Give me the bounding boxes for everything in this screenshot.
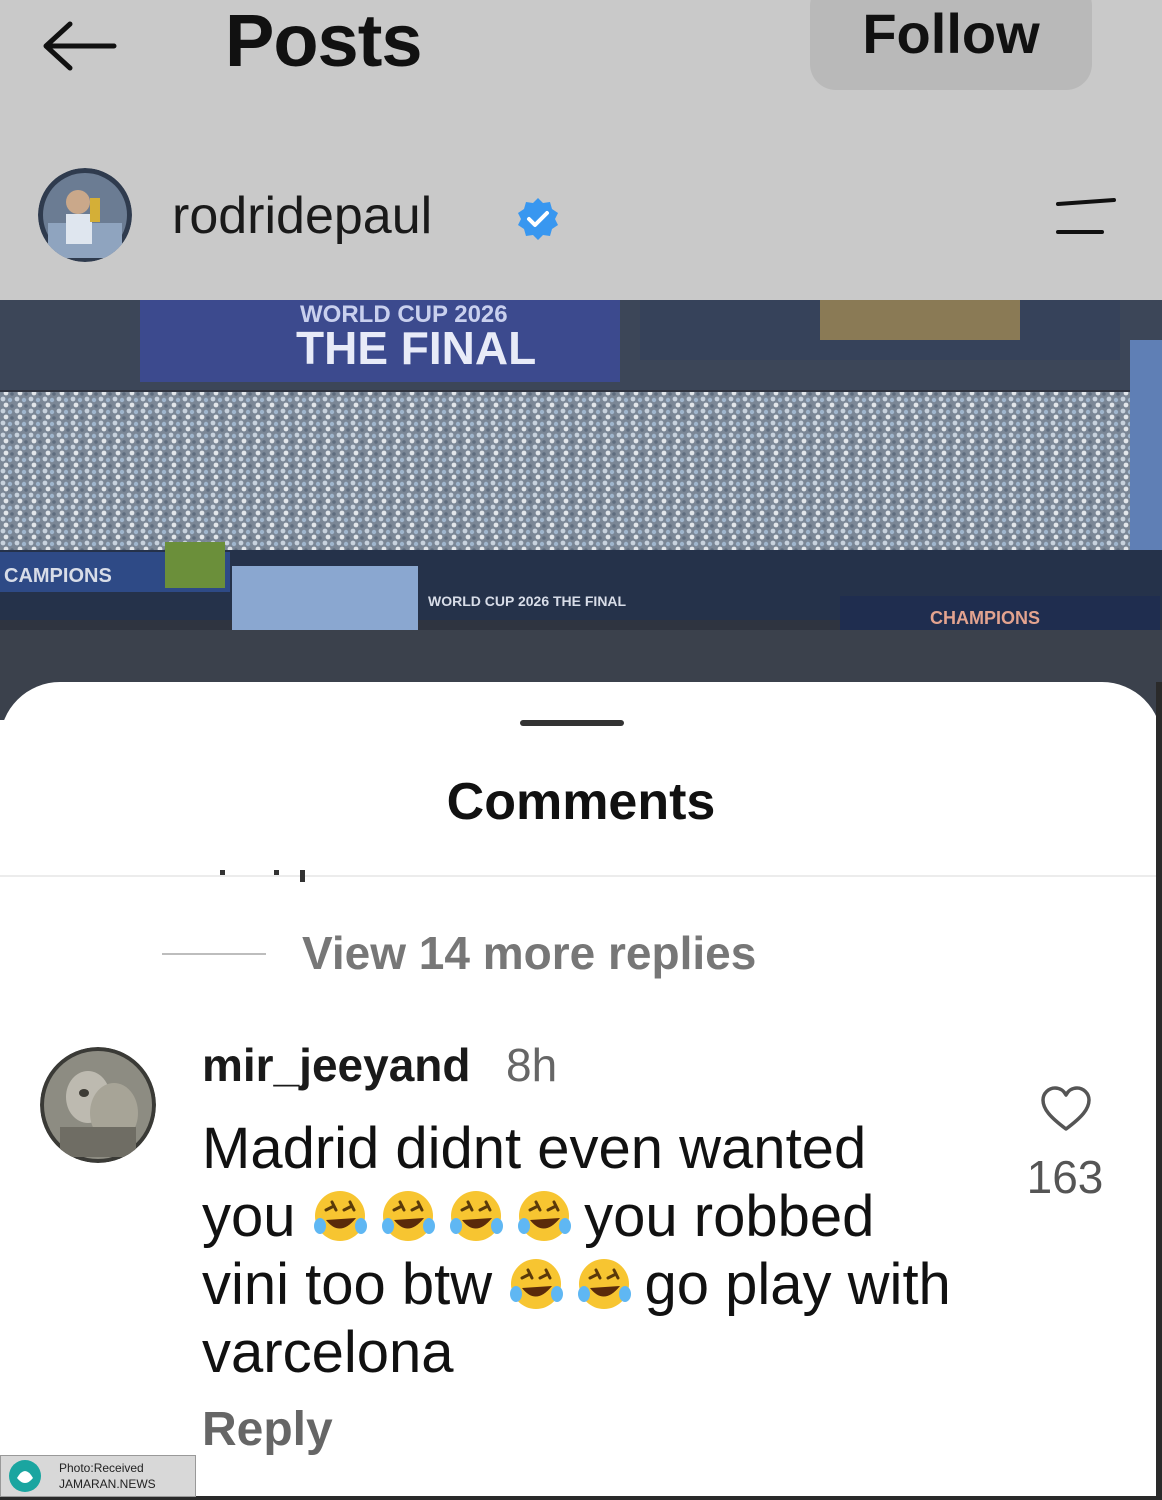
- comment-avatar[interactable]: [40, 1047, 156, 1163]
- heart-icon[interactable]: [1040, 1085, 1092, 1133]
- post-photo: WORLD CUP 2026 THE FINAL CAMPIONS WORLD …: [0, 300, 1162, 720]
- photo-ribbon-left: CAMPIONS: [4, 565, 112, 587]
- laughing-emoji-icon: [576, 1252, 632, 1317]
- watermark: Photo:Received JAMARAN.NEWS: [0, 1455, 196, 1497]
- comments-title: Comments: [446, 773, 716, 831]
- post-username[interactable]: rodridepaul: [172, 186, 432, 246]
- photo-ribbon-center: WORLD CUP 2026 THE FINAL: [428, 593, 627, 609]
- menu-icon[interactable]: [1052, 196, 1118, 240]
- cut-off-text-fragment: [220, 870, 305, 882]
- border: [1156, 682, 1162, 1500]
- watermark-line2: JAMARAN.NEWS: [59, 1477, 156, 1491]
- laughing-emoji-icon: [516, 1184, 572, 1249]
- laughing-emoji-icon: [312, 1184, 367, 1249]
- comment-username[interactable]: mir_jeeyand: [202, 1038, 470, 1092]
- view-more-replies-button[interactable]: View 14 more replies: [302, 926, 756, 980]
- laughing-emoji-icon: [380, 1184, 435, 1249]
- watermark-line1: Photo:Received: [59, 1461, 144, 1475]
- divider: [0, 875, 1162, 877]
- verified-badge-icon: [518, 198, 558, 240]
- back-arrow-icon[interactable]: [38, 18, 118, 74]
- photo-ribbon-right: CHAMPIONS: [930, 608, 1040, 628]
- laughing-emoji-icon: [448, 1184, 503, 1249]
- comment-timestamp: 8h: [506, 1039, 558, 1091]
- comment-text: Madrid didnt even wanted you you robbed …: [202, 1115, 962, 1387]
- avatar[interactable]: [38, 168, 132, 262]
- photo-banner-line2: THE FINAL: [296, 322, 536, 374]
- follow-button[interactable]: Follow: [810, 0, 1092, 90]
- like-count: 163: [1026, 1151, 1104, 1203]
- laughing-emoji-icon: [508, 1252, 564, 1317]
- replies-line: [162, 953, 266, 955]
- reply-button[interactable]: Reply: [202, 1402, 333, 1457]
- jamaran-logo-icon: [9, 1460, 41, 1492]
- top-bar: Posts Follow rodridepaul: [0, 0, 1162, 300]
- sheet-drag-handle[interactable]: [520, 720, 624, 726]
- page-title: Posts: [225, 0, 423, 82]
